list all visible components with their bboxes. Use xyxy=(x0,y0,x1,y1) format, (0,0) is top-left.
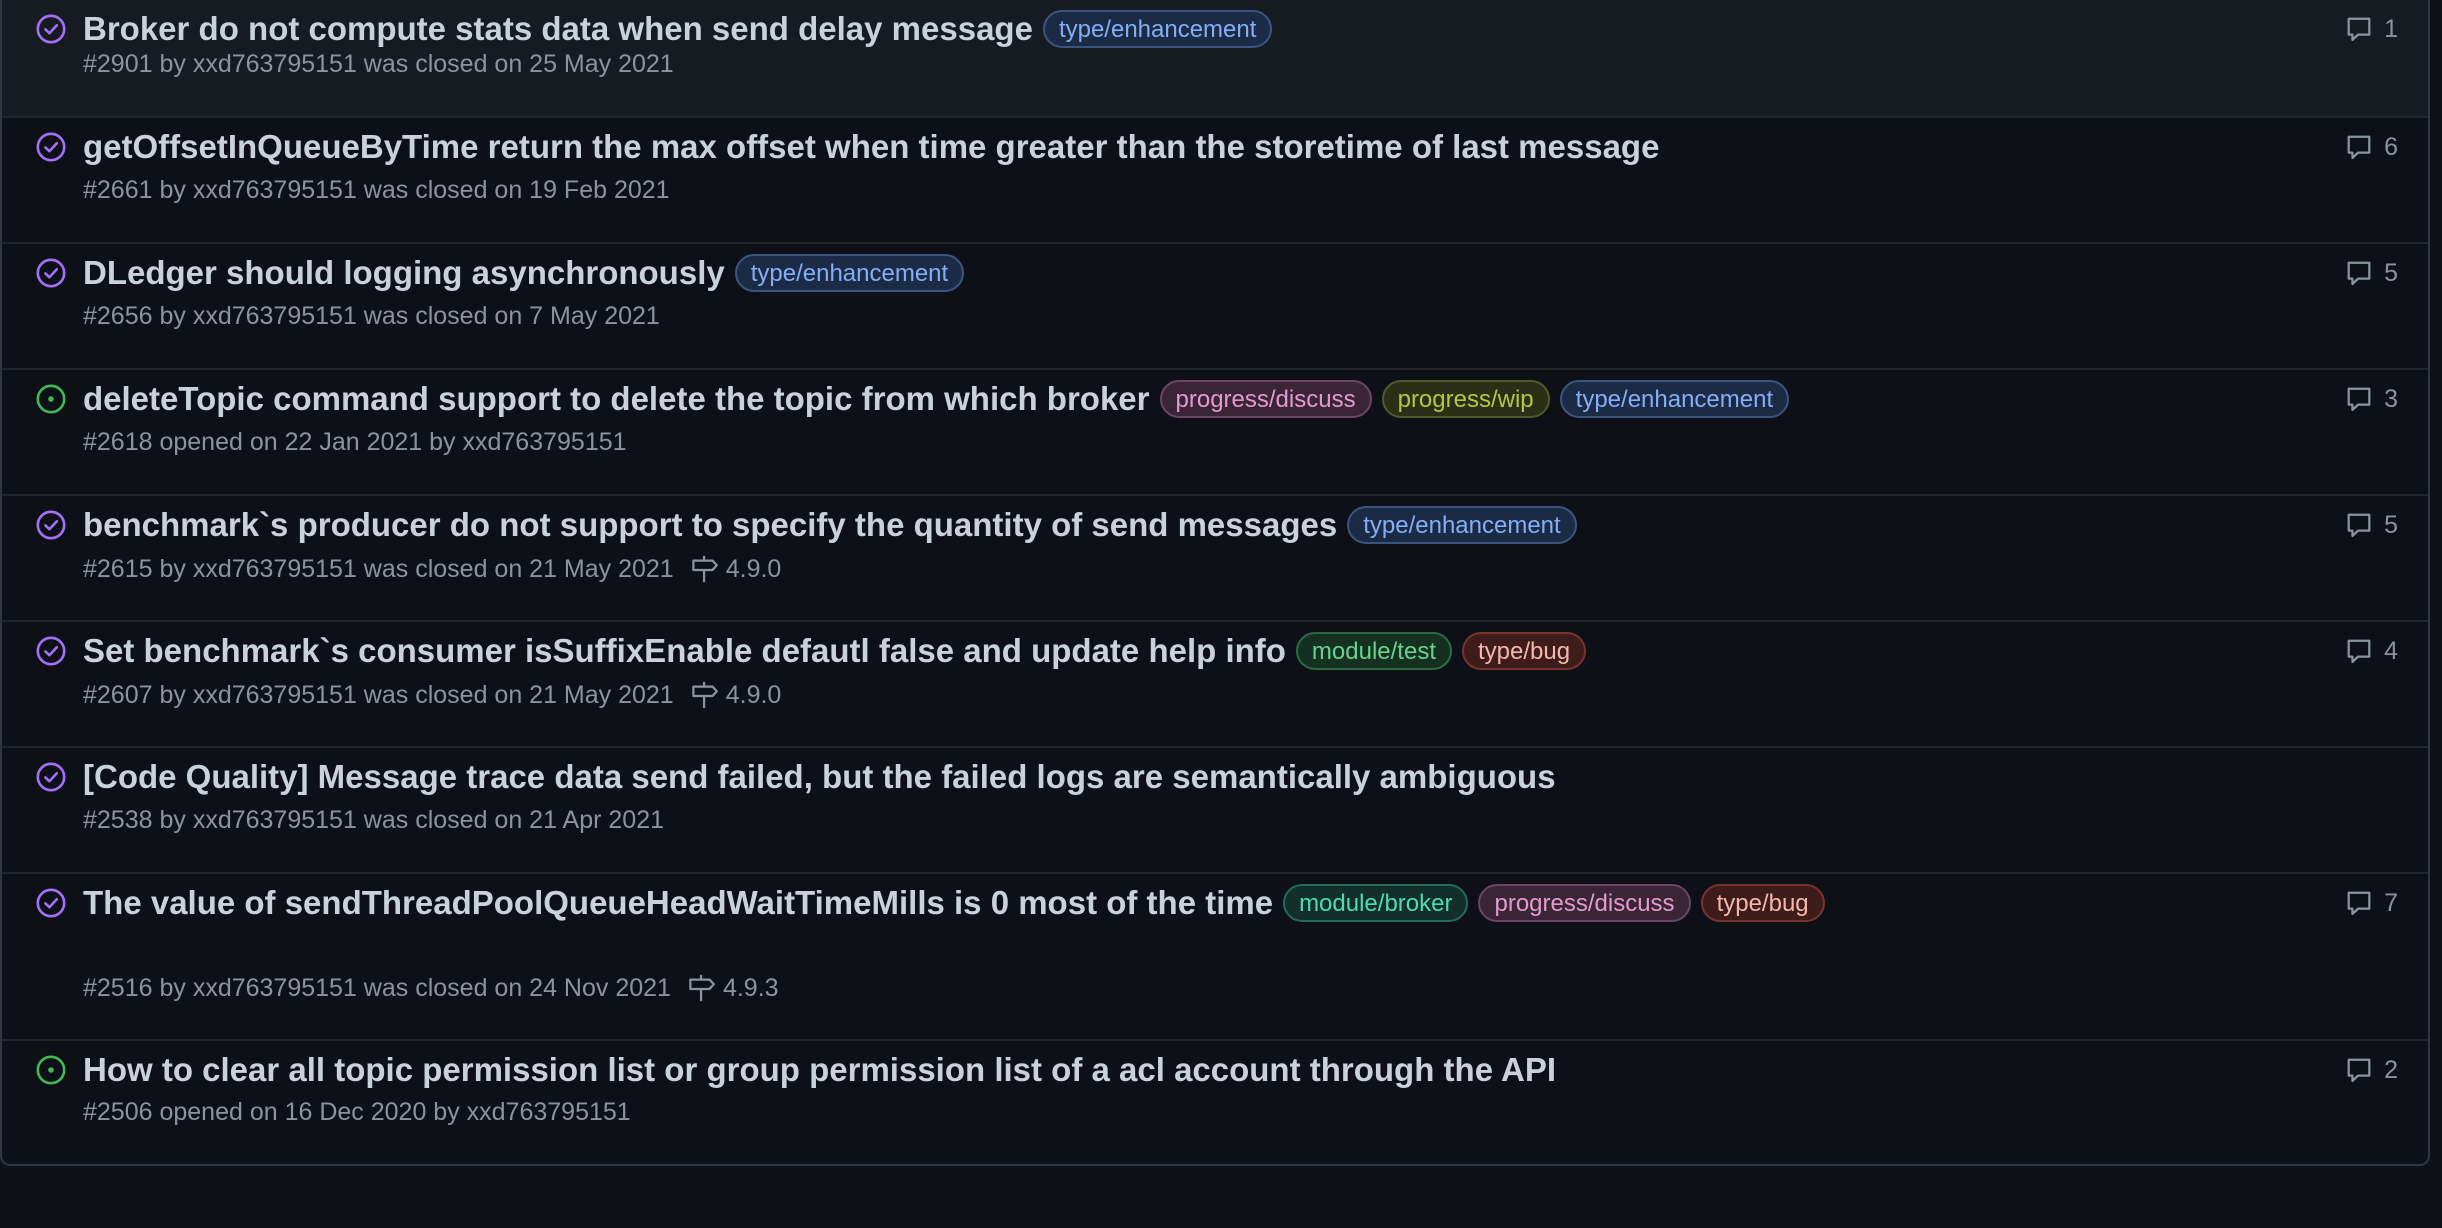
issue-title-line: DLedger should logging asynchronously typ… xyxy=(83,252,2278,294)
issue-meta-text: #2607 by xxd763795151 was closed on 21 M… xyxy=(83,680,674,709)
comment-icon xyxy=(2347,17,2371,41)
comment-count: 2 xyxy=(2384,1055,2398,1084)
issue-row[interactable]: DLedger should logging asynchronously typ… xyxy=(2,244,2428,370)
label-progress-discuss[interactable]: progress/discuss xyxy=(1159,380,1372,418)
issue-title-link[interactable]: deleteTopic command support to delete th… xyxy=(83,378,1150,420)
issue-title-link[interactable]: getOffsetInQueueByTime return the max of… xyxy=(83,126,1659,168)
comments-link[interactable]: 7 xyxy=(2344,888,2398,918)
issue-title-link[interactable]: benchmark`s producer do not support to s… xyxy=(83,504,1337,546)
milestone-link[interactable]: 4.9.0 xyxy=(690,554,782,584)
milestone-icon xyxy=(691,555,718,583)
comment-icon xyxy=(2347,639,2371,663)
issue-meta-text: #2538 by xxd763795151 was closed on 21 A… xyxy=(83,806,665,834)
issue-open-icon xyxy=(36,384,66,414)
label-type-enhancement[interactable]: type/enhancement xyxy=(1559,380,1790,418)
comments-link[interactable]: 2 xyxy=(2344,1055,2398,1085)
issue-title-line: How to clear all topic permission list o… xyxy=(83,1049,2278,1091)
issue-meta-text: #2661 by xxd763795151 was closed on 19 F… xyxy=(83,176,670,204)
comment-icon xyxy=(2347,261,2371,285)
issue-meta: #2516 by xxd763795151 was closed on 24 N… xyxy=(83,973,779,1003)
milestone-icon xyxy=(689,974,715,1002)
issue-title-link[interactable]: [Code Quality] Message trace data send f… xyxy=(83,756,1556,798)
label-progress-wip[interactable]: progress/wip xyxy=(1381,380,1550,418)
label-type-enhancement[interactable]: type/enhancement xyxy=(1042,10,1273,48)
issue-list: Broker do not compute stats data when se… xyxy=(0,0,2430,1166)
issue-meta-text: #2516 by xxd763795151 was closed on 24 N… xyxy=(83,973,671,1002)
issue-row[interactable]: getOffsetInQueueByTime return the max of… xyxy=(2,118,2428,244)
issue-meta: #2901 by xxd763795151 was closed on 25 M… xyxy=(83,50,674,79)
issue-meta-text: #2506 opened on 16 Dec 2020 by xxd763795… xyxy=(83,1098,631,1126)
issue-title-line: The value of sendThreadPoolQueueHeadWait… xyxy=(83,882,2278,924)
label-type-enhancement[interactable]: type/enhancement xyxy=(1347,506,1577,544)
issue-title-link[interactable]: Broker do not compute stats data when se… xyxy=(83,8,1033,50)
comment-icon xyxy=(2347,1058,2371,1082)
issue-row[interactable]: deleteTopic command support to delete th… xyxy=(2,370,2428,496)
issue-title-link[interactable]: How to clear all topic permission list o… xyxy=(83,1049,1556,1091)
issue-row[interactable]: [Code Quality] Message trace data send f… xyxy=(2,748,2428,874)
issue-title-line: Broker do not compute stats data when se… xyxy=(83,8,2278,50)
milestone-label: 4.9.0 xyxy=(725,680,782,709)
issue-title-line: getOffsetInQueueByTime return the max of… xyxy=(83,126,2278,168)
issue-meta: #2538 by xxd763795151 was closed on 21 A… xyxy=(83,806,664,835)
issue-title-line: benchmark`s producer do not support to s… xyxy=(83,504,2278,546)
label-module-broker[interactable]: module/broker xyxy=(1283,884,1469,922)
issue-closed-icon xyxy=(36,14,66,44)
comment-icon xyxy=(2347,891,2371,915)
comments-link[interactable]: 5 xyxy=(2344,258,2398,288)
issue-meta-text: #2615 by xxd763795151 was closed on 21 M… xyxy=(83,554,674,583)
comment-icon xyxy=(2347,135,2371,159)
issue-closed-icon xyxy=(36,510,66,540)
label-module-test[interactable]: module/test xyxy=(1295,632,1452,670)
issue-meta-text: #2618 opened on 22 Jan 2021 by xxd763795… xyxy=(83,428,627,456)
issue-meta-text: #2901 by xxd763795151 was closed on 25 M… xyxy=(83,50,674,78)
comment-icon xyxy=(2347,387,2371,411)
issue-row[interactable]: The value of sendThreadPoolQueueHeadWait… xyxy=(2,874,2428,1041)
issue-title-line: deleteTopic command support to delete th… xyxy=(83,378,2278,420)
issue-row[interactable]: Set benchmark`s consumer isSuffixEnable … xyxy=(2,622,2428,748)
issue-meta: #2661 by xxd763795151 was closed on 19 F… xyxy=(83,176,670,205)
issue-meta: #2506 opened on 16 Dec 2020 by xxd763795… xyxy=(83,1098,631,1127)
comment-icon xyxy=(2347,513,2371,537)
issue-closed-icon xyxy=(36,636,66,666)
issue-row[interactable]: How to clear all topic permission list o… xyxy=(2,1041,2428,1164)
issue-meta: #2656 by xxd763795151 was closed on 7 Ma… xyxy=(83,302,660,331)
issue-meta: #2618 opened on 22 Jan 2021 by xxd763795… xyxy=(83,428,627,457)
issue-meta: #2607 by xxd763795151 was closed on 21 M… xyxy=(83,680,781,710)
issue-meta-text: #2656 by xxd763795151 was closed on 7 Ma… xyxy=(83,302,660,330)
label-type-enhancement[interactable]: type/enhancement xyxy=(734,254,965,292)
label-type-bug[interactable]: type/bug xyxy=(1700,884,1825,922)
issue-title-link[interactable]: The value of sendThreadPoolQueueHeadWait… xyxy=(83,882,1273,924)
milestone-label: 4.9.0 xyxy=(725,554,782,583)
issue-row[interactable]: benchmark`s producer do not support to s… xyxy=(2,496,2428,622)
issue-meta: #2615 by xxd763795151 was closed on 21 M… xyxy=(83,554,781,584)
comments-link[interactable]: 5 xyxy=(2344,510,2398,540)
issue-closed-icon xyxy=(36,132,66,162)
label-type-bug[interactable]: type/bug xyxy=(1462,632,1587,670)
comment-count: 7 xyxy=(2384,888,2398,917)
comment-count: 1 xyxy=(2384,14,2398,43)
issue-title-line: [Code Quality] Message trace data send f… xyxy=(83,756,2278,798)
comment-count: 5 xyxy=(2384,510,2398,539)
comments-link[interactable]: 1 xyxy=(2344,14,2398,44)
milestone-icon xyxy=(691,681,718,709)
issue-title-link[interactable]: DLedger should logging asynchronously xyxy=(83,252,725,294)
issue-title-link[interactable]: Set benchmark`s consumer isSuffixEnable … xyxy=(83,630,1286,672)
milestone-link[interactable]: 4.9.0 xyxy=(690,680,782,710)
issue-title-line: Set benchmark`s consumer isSuffixEnable … xyxy=(83,630,2278,672)
comment-count: 5 xyxy=(2384,258,2398,287)
comment-count: 3 xyxy=(2384,384,2398,413)
comments-link[interactable]: 3 xyxy=(2344,384,2398,414)
issue-row[interactable]: Broker do not compute stats data when se… xyxy=(2,0,2428,118)
milestone-link[interactable]: 4.9.3 xyxy=(687,973,779,1003)
issue-closed-icon xyxy=(36,762,66,792)
issue-closed-icon xyxy=(36,258,66,288)
comment-count: 4 xyxy=(2384,636,2398,665)
comments-link[interactable]: 4 xyxy=(2344,636,2398,666)
issue-open-icon xyxy=(36,1055,66,1085)
comments-link[interactable]: 6 xyxy=(2344,132,2398,162)
label-progress-discuss[interactable]: progress/discuss xyxy=(1478,884,1691,922)
comment-count: 6 xyxy=(2384,132,2398,161)
issue-closed-icon xyxy=(36,888,66,918)
milestone-label: 4.9.3 xyxy=(722,973,779,1002)
